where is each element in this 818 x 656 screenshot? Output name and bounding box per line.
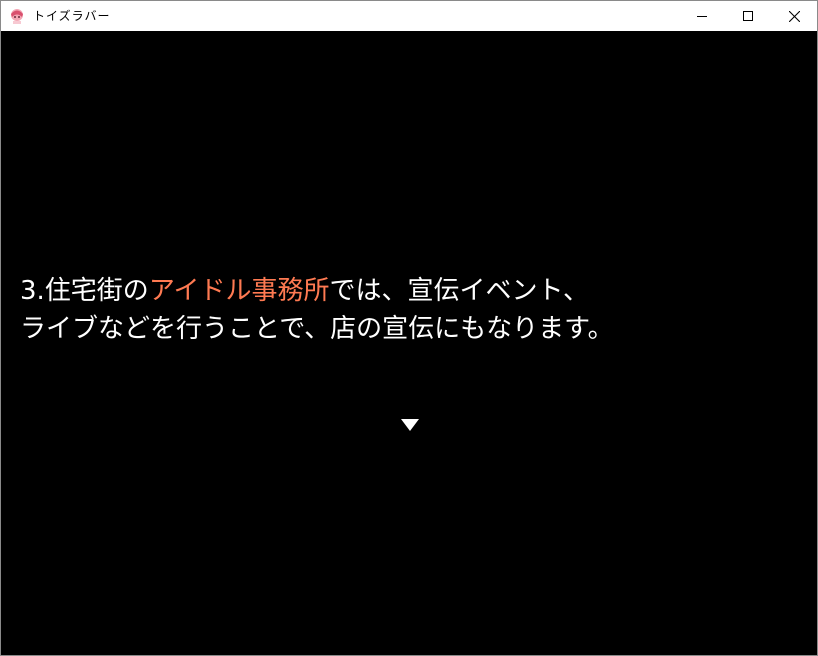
title-bar[interactable]: トイズラバー: [1, 1, 817, 31]
dialogue-text-after: では、宣伝イベント、: [329, 276, 589, 306]
window-title: トイズラバー: [33, 9, 111, 23]
minimize-button[interactable]: [679, 1, 725, 31]
dialogue-text-before: 3.住宅街の: [20, 276, 149, 306]
maximize-icon: [743, 11, 753, 21]
close-button[interactable]: [771, 1, 817, 31]
close-icon: [788, 10, 800, 22]
character-face-icon: [11, 9, 23, 24]
minimize-icon: [697, 16, 707, 17]
dialogue-line-1: 3.住宅街のアイドル事務所では、宣伝イベント、: [20, 272, 614, 310]
dialogue-highlight-term: アイドル事務所: [148, 276, 330, 306]
game-window: トイズラバー 3.住宅街のアイドル事務所では、宣伝イベント、 ライブなどを行うこ…: [0, 0, 818, 656]
dialogue-message[interactable]: 3.住宅街のアイドル事務所では、宣伝イベント、 ライブなどを行うことで、店の宣伝…: [20, 272, 614, 348]
game-screen[interactable]: 3.住宅街のアイドル事務所では、宣伝イベント、 ライブなどを行うことで、店の宣伝…: [1, 31, 817, 655]
down-triangle-icon[interactable]: [401, 419, 419, 431]
maximize-button[interactable]: [725, 1, 771, 31]
dialogue-line-2: ライブなどを行うことで、店の宣伝にもなります。: [20, 314, 614, 344]
